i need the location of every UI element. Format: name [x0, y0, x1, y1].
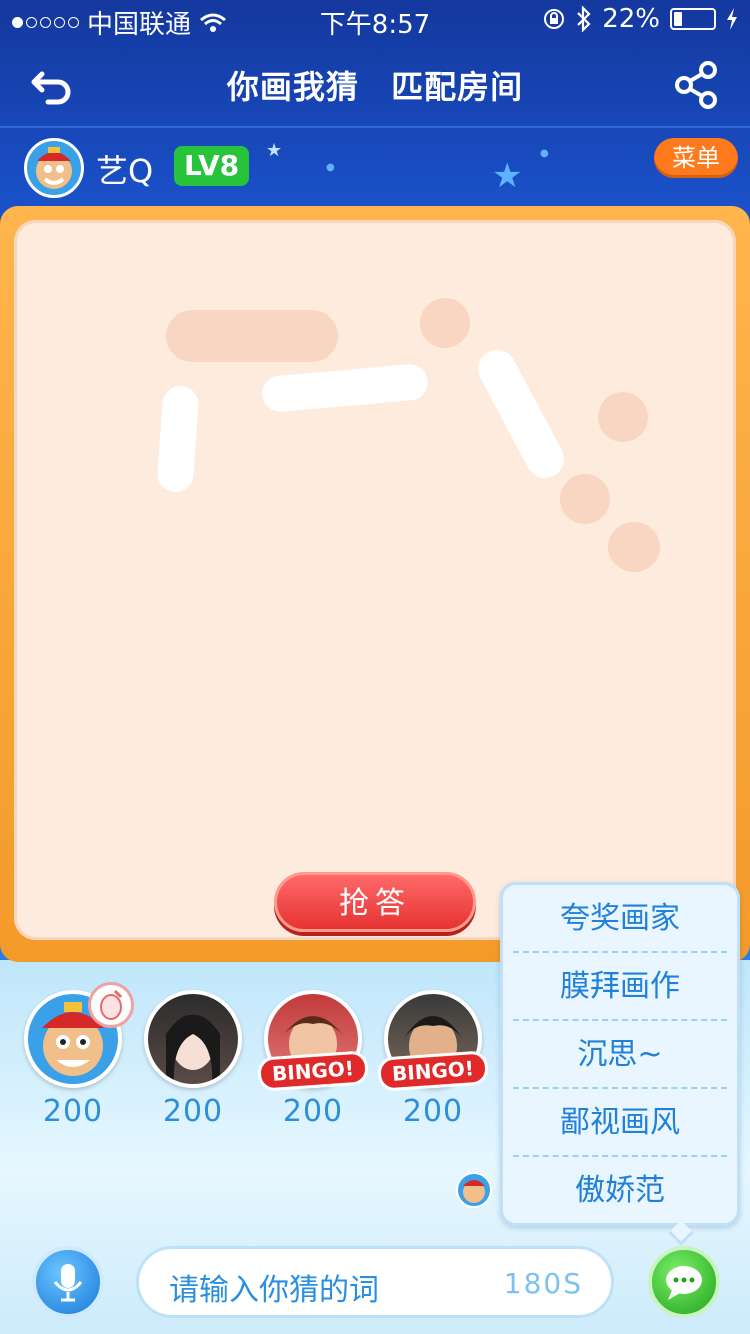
- room-title: 匹配房间: [391, 68, 524, 106]
- quick-phrase-item[interactable]: 鄙视画风: [513, 1089, 727, 1157]
- user-avatar[interactable]: [24, 138, 84, 198]
- user-name: 艺Q: [96, 152, 154, 190]
- current-user-row: 艺Q LV8 ★ ★ ● ● 菜单: [0, 136, 750, 202]
- bingo-badge: BINGO!: [256, 1050, 370, 1092]
- drawing-stroke: [420, 298, 470, 348]
- player-item[interactable]: BINGO! 200: [256, 990, 370, 1129]
- level-value: 8: [219, 149, 240, 182]
- microphone-icon: [53, 1264, 83, 1302]
- grab-answer-button[interactable]: 抢答: [274, 872, 476, 932]
- star-decoration-icon: ●: [540, 148, 549, 159]
- level-prefix: LV: [184, 149, 220, 182]
- quick-phrase-item[interactable]: 膜拜画作: [513, 953, 727, 1021]
- status-right: 22%: [542, 4, 738, 34]
- quick-phrase-menu: 夸奖画家 膜拜画作 沉思~ 鄙视画风 傲娇范: [500, 882, 740, 1226]
- battery-percent: 22%: [602, 4, 660, 34]
- guess-input[interactable]: 请输入你猜的词 180S: [136, 1246, 614, 1318]
- chat-bubble-icon: [666, 1266, 702, 1300]
- quick-phrase-item[interactable]: 傲娇范: [513, 1157, 727, 1225]
- nav-bar: 你画我猜 匹配房间: [0, 40, 750, 128]
- player-item[interactable]: 200: [24, 982, 134, 1129]
- drawing-canvas: [14, 220, 736, 940]
- player-score: 200: [282, 1094, 344, 1129]
- players-list: 200 200 BINGO! 200 BINGO! 200: [24, 982, 490, 1129]
- drawing-stroke: [471, 343, 571, 485]
- painting-badge-icon: [88, 982, 134, 1028]
- quick-phrase-item[interactable]: 夸奖画家: [513, 885, 727, 953]
- quick-phrase-item[interactable]: 沉思~: [513, 1021, 727, 1089]
- star-decoration-icon: ●: [326, 162, 335, 173]
- drawing-stroke: [608, 522, 660, 572]
- game-title: 你画我猜: [226, 68, 359, 106]
- player-item[interactable]: 200: [144, 990, 242, 1129]
- status-bar: 中国联通 下午8:57 22%: [0, 0, 750, 40]
- app-screen: 中国联通 下午8:57 22% 你画我猜 匹配房间 艺Q LV8 ★ ★ ● ●…: [0, 0, 750, 1334]
- star-decoration-icon: ★: [492, 156, 523, 196]
- charging-icon: [727, 8, 737, 30]
- star-decoration-icon: ★: [266, 140, 283, 161]
- countdown-timer: 180S: [503, 1267, 583, 1300]
- rotation-lock-icon: [544, 9, 565, 29]
- drawing-stroke: [156, 384, 200, 494]
- player-avatar: [144, 990, 242, 1088]
- microphone-button[interactable]: [32, 1246, 104, 1318]
- bingo-badge: BINGO!: [376, 1050, 490, 1092]
- bluetooth-icon: [577, 6, 591, 32]
- menu-button[interactable]: 菜单: [654, 138, 738, 178]
- drawing-stroke: [560, 474, 610, 524]
- drawing-stroke: [166, 310, 338, 362]
- player-score: 200: [402, 1094, 464, 1129]
- page-title: 你画我猜 匹配房间: [0, 62, 750, 108]
- player-score: 200: [162, 1094, 224, 1129]
- guess-input-placeholder: 请输入你猜的词: [169, 1273, 379, 1308]
- nav-divider: [0, 126, 750, 128]
- drawing-stroke: [598, 392, 648, 442]
- chat-button[interactable]: [648, 1246, 720, 1318]
- mini-avatar: [456, 1172, 492, 1208]
- battery-icon: [670, 8, 716, 30]
- player-item[interactable]: BINGO! 200: [376, 990, 490, 1129]
- player-score: 200: [42, 1094, 104, 1129]
- level-badge: LV8: [174, 146, 250, 186]
- share-icon[interactable]: [672, 60, 720, 110]
- drawing-stroke: [260, 362, 430, 414]
